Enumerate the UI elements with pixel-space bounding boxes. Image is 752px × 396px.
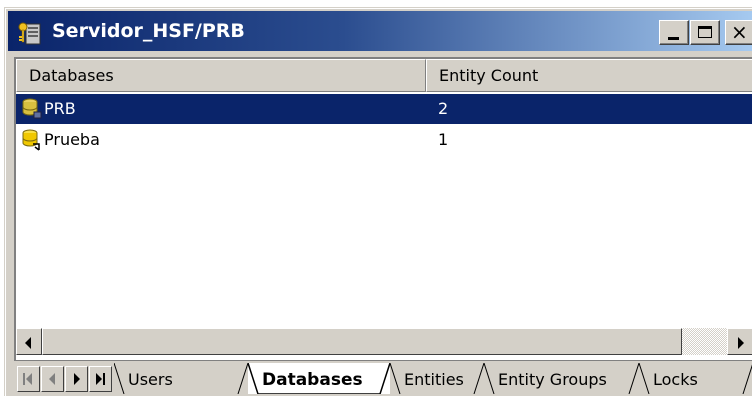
first-tab-button[interactable]: [17, 366, 40, 392]
list-header: Databases Entity Count: [16, 59, 752, 92]
title-bar[interactable]: Servidor_HSF/PRB ×: [8, 11, 752, 51]
app-window: Servidor_HSF/PRB × Databases Entity Coun…: [4, 7, 752, 396]
tab-entities[interactable]: Entities: [390, 363, 484, 394]
close-button[interactable]: ×: [725, 20, 752, 45]
database-icon: [22, 129, 40, 151]
previous-tab-button[interactable]: [41, 366, 64, 392]
window-title: Servidor_HSF/PRB: [52, 20, 245, 42]
next-tab-button[interactable]: [65, 366, 88, 392]
database-icon: [22, 98, 42, 119]
scroll-left-button[interactable]: [16, 328, 42, 355]
databases-list[interactable]: Databases Entity Count PRB 2 Prueba 1: [14, 57, 752, 360]
maximize-icon: [698, 26, 712, 38]
last-tab-button[interactable]: [89, 366, 112, 392]
minimize-icon: [668, 37, 679, 40]
close-icon: ×: [731, 20, 748, 44]
tab-bar: Users Databases Entities Entity Groups L…: [14, 360, 752, 396]
previous-arrow-icon: [49, 373, 55, 385]
scroll-right-button[interactable]: [727, 328, 752, 355]
scrollbar-track[interactable]: [682, 328, 727, 355]
next-arrow-icon: [74, 373, 80, 385]
tab-entity-groups[interactable]: Entity Groups: [484, 363, 639, 394]
scrollbar-thumb[interactable]: [42, 328, 682, 355]
maximize-button[interactable]: [690, 20, 720, 45]
tab-databases[interactable]: Databases: [248, 363, 390, 394]
last-arrow-icon: [96, 373, 102, 385]
horizontal-scrollbar[interactable]: [16, 328, 752, 355]
server-key-icon: [18, 22, 41, 45]
list-row[interactable]: PRB 2: [16, 94, 752, 124]
tab-users[interactable]: Users: [114, 363, 248, 394]
column-header-entity-count[interactable]: Entity Count: [426, 59, 752, 92]
arrow-right-icon: [738, 337, 744, 349]
first-arrow-icon: [26, 373, 32, 385]
column-header-databases[interactable]: Databases: [16, 59, 426, 92]
row-database-name: Prueba: [44, 130, 100, 149]
minimize-button[interactable]: [659, 20, 689, 45]
row-entity-count: 1: [438, 130, 449, 149]
tab-locks[interactable]: Locks: [639, 363, 752, 394]
arrow-left-icon: [25, 337, 31, 349]
row-entity-count: 2: [438, 99, 449, 118]
row-database-name: PRB: [44, 99, 76, 118]
list-row[interactable]: Prueba 1: [16, 125, 752, 155]
